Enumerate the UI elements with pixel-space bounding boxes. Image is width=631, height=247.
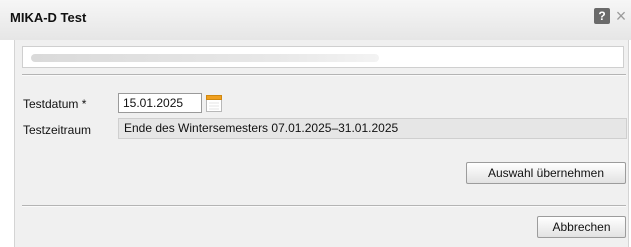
testdatum-input[interactable] — [118, 93, 202, 113]
dialog-titlebar: MIKA-D Test ? × — [0, 0, 631, 40]
divider — [22, 205, 626, 207]
redacted-text — [31, 54, 379, 62]
help-icon[interactable]: ? — [594, 8, 610, 24]
redacted-info-bar — [22, 46, 624, 68]
apply-selection-button[interactable]: Auswahl übernehmen — [466, 162, 626, 184]
testzeitraum-field: Ende des Wintersemesters 07.01.2025–31.0… — [118, 118, 627, 139]
testzeitraum-label: Testzeitraum — [23, 123, 92, 137]
testdatum-label: Testdatum * — [23, 97, 87, 111]
dialog-title: MIKA-D Test — [10, 10, 87, 25]
cancel-button[interactable]: Abbrechen — [537, 216, 626, 238]
divider — [22, 74, 626, 76]
close-icon[interactable]: × — [613, 7, 629, 25]
calendar-icon[interactable] — [206, 94, 222, 112]
